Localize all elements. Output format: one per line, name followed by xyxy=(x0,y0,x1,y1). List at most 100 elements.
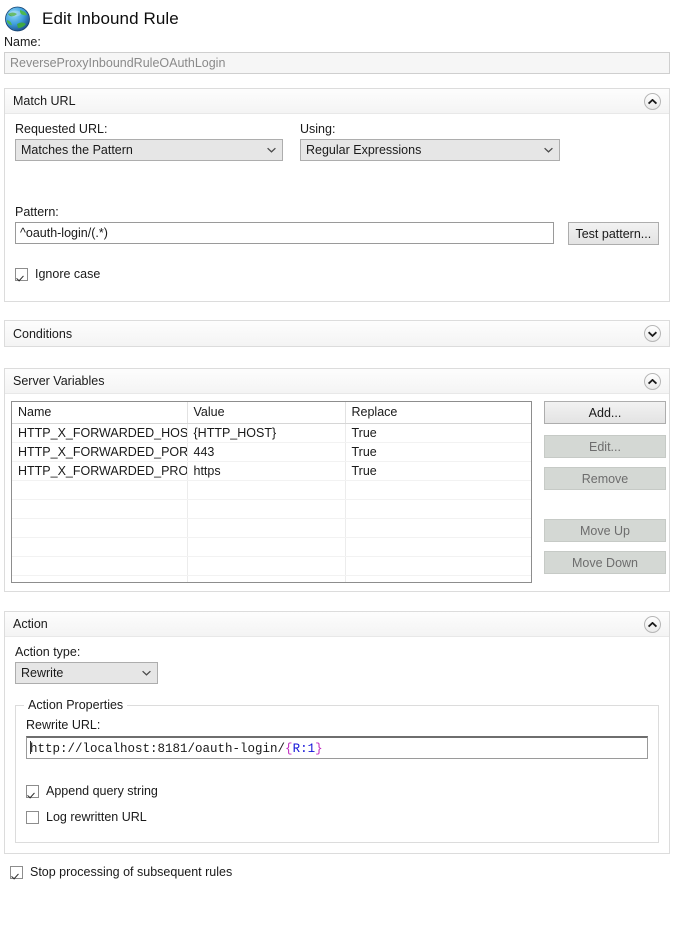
chevron-down-icon xyxy=(139,670,153,676)
log-rewritten-url-checkbox[interactable]: Log rewritten URL xyxy=(26,810,648,824)
chevron-down-icon xyxy=(541,147,555,153)
requested-url-label: Requested URL: xyxy=(15,122,300,136)
table-cell-name: HTTP_X_FORWARDED_PORT xyxy=(12,442,187,461)
chevron-down-icon[interactable] xyxy=(644,325,661,342)
table-row-empty[interactable] xyxy=(12,518,531,537)
table-cell-empty xyxy=(12,480,187,499)
rewrite-url-label: Rewrite URL: xyxy=(26,718,648,732)
chevron-down-icon xyxy=(264,147,278,153)
requested-url-select[interactable]: Matches the Pattern xyxy=(15,139,283,161)
chevron-up-icon[interactable] xyxy=(644,616,661,633)
log-rewritten-url-label: Log rewritten URL xyxy=(46,810,147,824)
table-column-header[interactable]: Name xyxy=(12,402,187,423)
rewrite-url-variable: R:1 xyxy=(293,742,316,756)
using-label: Using: xyxy=(300,122,560,136)
section-action: Action Action type: Rewrite Action Prope… xyxy=(4,611,670,854)
table-cell-empty xyxy=(187,556,345,575)
remove-button[interactable]: Remove xyxy=(544,467,666,490)
pattern-label: Pattern: xyxy=(15,205,659,219)
table-header-row: NameValueReplace xyxy=(12,402,531,423)
rule-name-input[interactable]: ReverseProxyInboundRuleOAuthLogin xyxy=(4,52,670,74)
section-match-url-header[interactable]: Match URL xyxy=(5,89,669,114)
table-cell-empty xyxy=(345,537,531,556)
section-action-title: Action xyxy=(13,617,48,631)
move-down-button[interactable]: Move Down xyxy=(544,551,666,574)
using-select[interactable]: Regular Expressions xyxy=(300,139,560,161)
stop-processing-label: Stop processing of subsequent rules xyxy=(30,865,232,879)
table-cell-empty xyxy=(187,480,345,499)
section-server-variables-header[interactable]: Server Variables xyxy=(5,369,669,394)
table-cell-empty xyxy=(345,556,531,575)
table-cell-empty xyxy=(187,518,345,537)
table-cell-name: HTTP_X_FORWARDED_PROTO xyxy=(12,461,187,480)
stop-processing-checkbox[interactable]: Stop processing of subsequent rules xyxy=(10,865,674,879)
server-variables-table: NameValueReplace HTTP_X_FORWARDED_HOST{H… xyxy=(12,402,531,583)
table-row-empty[interactable] xyxy=(12,480,531,499)
section-action-header[interactable]: Action xyxy=(5,612,669,637)
table-column-header[interactable]: Value xyxy=(187,402,345,423)
chevron-up-icon[interactable] xyxy=(644,93,661,110)
checkbox-box xyxy=(10,866,23,879)
rewrite-url-input[interactable]: http://localhost:8181/oauth-login/{R:1} xyxy=(26,736,648,759)
table-row-empty[interactable] xyxy=(12,575,531,583)
table-cell-empty xyxy=(12,556,187,575)
append-query-string-checkbox[interactable]: Append query string xyxy=(26,784,648,798)
section-server-variables: Server Variables NameValueReplace HTTP_X… xyxy=(4,368,670,592)
table-row[interactable]: HTTP_X_FORWARDED_PORT443True xyxy=(12,442,531,461)
table-row-empty[interactable] xyxy=(12,499,531,518)
table-column-header[interactable]: Replace xyxy=(345,402,531,423)
table-cell-empty xyxy=(345,480,531,499)
checkbox-box xyxy=(15,268,28,281)
table-cell-replace: True xyxy=(345,461,531,480)
rewrite-url-brace-close: } xyxy=(315,742,323,756)
table-cell-empty xyxy=(12,575,187,583)
page-title: Edit Inbound Rule xyxy=(42,9,179,29)
test-pattern-button[interactable]: Test pattern... xyxy=(568,222,659,245)
table-cell-empty xyxy=(12,499,187,518)
rewrite-url-plain: http://localhost:8181/oauth-login/ xyxy=(30,742,285,756)
append-query-string-label: Append query string xyxy=(46,784,158,798)
move-up-button[interactable]: Move Up xyxy=(544,519,666,542)
checkbox-box xyxy=(26,811,39,824)
checkbox-box xyxy=(26,785,39,798)
dialog-header: Edit Inbound Rule xyxy=(0,0,674,34)
table-cell-value: https xyxy=(187,461,345,480)
table-cell-empty xyxy=(345,518,531,537)
server-variables-grid[interactable]: NameValueReplace HTTP_X_FORWARDED_HOST{H… xyxy=(11,401,532,583)
table-row-empty[interactable] xyxy=(12,537,531,556)
table-cell-empty xyxy=(187,499,345,518)
requested-url-value: Matches the Pattern xyxy=(21,143,264,157)
ignore-case-checkbox[interactable]: Ignore case xyxy=(15,267,659,281)
table-cell-empty xyxy=(12,537,187,556)
edit-button[interactable]: Edit... xyxy=(544,435,666,458)
section-conditions-header[interactable]: Conditions xyxy=(5,321,669,346)
section-match-url-title: Match URL xyxy=(13,94,76,108)
action-type-select[interactable]: Rewrite xyxy=(15,662,158,684)
globe-icon xyxy=(4,5,32,33)
table-cell-value: {HTTP_HOST} xyxy=(187,423,345,442)
section-server-variables-title: Server Variables xyxy=(13,374,104,388)
name-label: Name: xyxy=(0,34,674,52)
action-properties-title: Action Properties xyxy=(24,698,127,712)
add-button[interactable]: Add... xyxy=(544,401,666,424)
table-cell-name: HTTP_X_FORWARDED_HOST xyxy=(12,423,187,442)
table-cell-value: 443 xyxy=(187,442,345,461)
section-match-url: Match URL Requested URL: Matches the Pat… xyxy=(4,88,670,302)
server-variables-buttons: Add... Edit... Remove Move Up Move Down xyxy=(544,401,666,583)
pattern-input[interactable]: ^oauth-login/(.*) xyxy=(15,222,554,244)
table-row-empty[interactable] xyxy=(12,556,531,575)
table-cell-empty xyxy=(187,575,345,583)
table-cell-replace: True xyxy=(345,442,531,461)
table-row[interactable]: HTTP_X_FORWARDED_PROTOhttpsTrue xyxy=(12,461,531,480)
section-conditions: Conditions xyxy=(4,320,670,347)
ignore-case-label: Ignore case xyxy=(35,267,100,281)
chevron-up-icon[interactable] xyxy=(644,373,661,390)
action-type-label: Action type: xyxy=(15,645,659,659)
section-conditions-title: Conditions xyxy=(13,327,72,341)
table-row[interactable]: HTTP_X_FORWARDED_HOST{HTTP_HOST}True xyxy=(12,423,531,442)
action-type-value: Rewrite xyxy=(21,666,139,680)
table-cell-empty xyxy=(187,537,345,556)
table-cell-empty xyxy=(345,575,531,583)
table-cell-empty xyxy=(345,499,531,518)
using-value: Regular Expressions xyxy=(306,143,541,157)
